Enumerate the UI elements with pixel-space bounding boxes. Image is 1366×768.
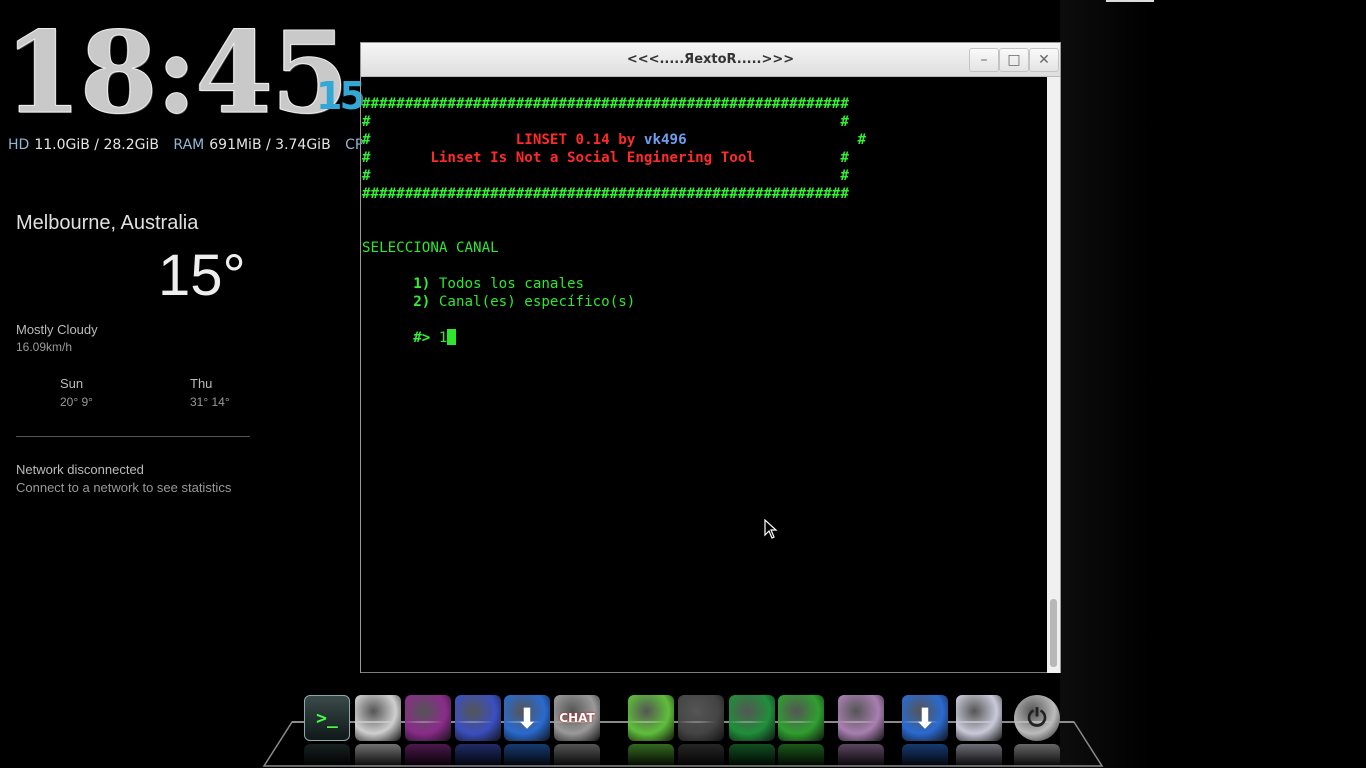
dock-reflection [1014, 744, 1060, 768]
forecast-day-name: Sun [60, 376, 84, 391]
download-arrow-icon[interactable]: ⬇ [902, 695, 948, 741]
system-stats: HD 11.0GiB / 28.2GiB RAM 691MiB / 3.74GiB … [8, 137, 363, 153]
dock-reflection [956, 744, 1002, 768]
banner-hash: # [857, 132, 867, 148]
ram-value: 691MiB / 3.74GiB [209, 137, 331, 153]
app-tagline: Linset Is Not a Social Enginering Tool [430, 150, 755, 166]
terminal-prompt-glyph: >_ [316, 707, 338, 729]
prompt-input[interactable]: 1 [439, 330, 448, 346]
network-status: Network disconnected [16, 462, 144, 477]
home-folder-icon[interactable] [355, 695, 401, 741]
chat-icon[interactable]: CHAT [554, 695, 600, 741]
download-icon[interactable]: ⬇ [504, 695, 550, 741]
terminal-output[interactable]: ########################################… [361, 77, 1047, 673]
network-hint: Connect to a network to see statistics [16, 480, 232, 495]
chat-label: CHAT [559, 711, 595, 725]
option-label: Canal(es) específico(s) [438, 294, 636, 310]
dock-reflection [678, 744, 724, 768]
forecast-day-temps: 31° 14° [190, 395, 230, 409]
banner-border-bottom: ########################################… [362, 186, 849, 202]
option-number: 1) [413, 276, 431, 292]
weather-temperature: 15° [158, 243, 246, 308]
option-number: 2) [413, 294, 431, 310]
banner-hash: # [362, 132, 371, 148]
banner-hash: # [840, 114, 849, 130]
dock-reflection [504, 744, 550, 768]
forecast-day-name: Thu [190, 376, 213, 391]
arrow-down-glyph: ⬇ [515, 701, 539, 735]
mouse-pointer-icon [764, 519, 778, 539]
close-button[interactable]: ✕ [1029, 48, 1059, 72]
dock-reflection [838, 744, 884, 768]
banner-hash: # [362, 168, 371, 184]
media-knob-icon[interactable] [729, 695, 775, 741]
weather-wind: 16.09km/h [16, 340, 73, 354]
dock-reflection [355, 744, 401, 768]
scrollbar-thumb[interactable] [1050, 599, 1057, 667]
terminal-window[interactable]: <<<.....ЯextoR.....>>> – □ ✕ ###########… [360, 42, 1061, 673]
dock-reflection [455, 744, 501, 768]
top-panel-tab[interactable] [1106, 0, 1154, 2]
option-label: Todos los canales [438, 276, 585, 292]
banner-border-top: ########################################… [362, 96, 849, 112]
screenshot-icon[interactable] [838, 695, 884, 741]
chrome-browser-icon[interactable] [405, 695, 451, 741]
weather-widget: Melbourne, Australia 15° Mostly Cloudy 1… [16, 212, 250, 495]
dock-reflection [304, 744, 350, 768]
maximize-button[interactable]: □ [999, 48, 1029, 72]
window-title: <<<.....ЯextoR.....>>> [626, 52, 795, 67]
weather-condition: Mostly Cloudy [16, 322, 98, 337]
applications-camera-icon[interactable] [678, 695, 724, 741]
hd-label: HD [8, 137, 30, 153]
banner-hash: # [840, 150, 849, 166]
banner-hash: # [840, 168, 849, 184]
vlc-cone-icon[interactable] [778, 695, 824, 741]
hd-value: 11.0GiB / 28.2GiB [34, 137, 159, 153]
dock-reflection [405, 744, 451, 768]
banner-hash: # [362, 114, 371, 130]
weather-divider [16, 436, 250, 437]
arrow-down-glyph: ⬇ [913, 701, 937, 735]
window-titlebar[interactable]: <<<.....ЯextoR.....>>> – □ ✕ [361, 43, 1060, 77]
banner-hash: # [362, 150, 371, 166]
weather-city: Melbourne, Australia [16, 212, 199, 234]
menu-title: SELECCIONA CANAL [362, 240, 499, 256]
app-author: vk496 [643, 132, 687, 148]
power-glyph: ⏻ [1027, 704, 1047, 732]
forecast-day: Sun 20° 9° [60, 376, 93, 409]
desktop-clock-seconds: 15 [316, 74, 366, 118]
shell-prompt: #> [413, 330, 431, 346]
app-name: LINSET 0.14 by [515, 132, 636, 148]
dock-reflection [628, 744, 674, 768]
minimize-button[interactable]: – [969, 48, 999, 72]
web-globe-icon[interactable] [455, 695, 501, 741]
forecast-day-temps: 20° 9° [60, 395, 93, 409]
dock-reflection [778, 744, 824, 768]
forecast-day: Thu 31° 14° [190, 376, 230, 409]
text-cursor [447, 329, 457, 345]
dock-reflection [729, 744, 775, 768]
text-editor-icon[interactable] [628, 695, 674, 741]
wallpaper-hair-shade [1060, 0, 1150, 768]
dock-reflection [554, 744, 600, 768]
dock-reflection [902, 744, 948, 768]
terminal-icon[interactable]: >_ [304, 695, 350, 741]
scissors-icon[interactable] [956, 695, 1002, 741]
terminal-scrollbar[interactable] [1047, 77, 1060, 673]
power-icon[interactable]: ⏻ [1014, 695, 1060, 741]
desktop-clock: 18:45 [3, 8, 349, 139]
ram-label: RAM [173, 137, 205, 153]
